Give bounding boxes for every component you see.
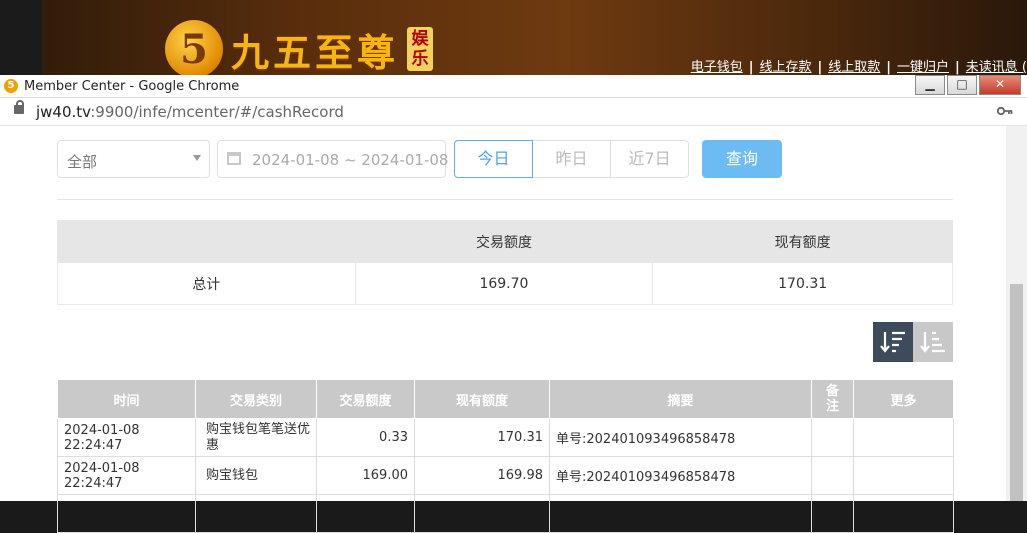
records-table: 时间 交易类别 交易额度 现有额度 摘要 备注 更多 2024-01-08 22… bbox=[57, 380, 954, 533]
chrome-popup-window: 5 Member Center - Google Chrome ▁ □ ✕ jw… bbox=[0, 75, 1027, 533]
window-title: Member Center - Google Chrome bbox=[24, 79, 240, 94]
cell-note bbox=[811, 456, 854, 495]
summary-header-empty bbox=[57, 220, 356, 263]
url-path: :9900/infe/mcenter/#/cashRecord bbox=[90, 103, 344, 121]
col-balance: 现有额度 bbox=[414, 380, 550, 419]
sort-descending-button[interactable] bbox=[873, 322, 913, 362]
summary-header-transaction: 交易额度 bbox=[354, 220, 654, 263]
sort-descending-icon bbox=[880, 331, 905, 353]
cell-amount: 0.33 bbox=[316, 418, 415, 457]
site-banner: 5 九五至尊 娱乐 电子钱包 | 线上存款 | 线上取款 | 一键归户 | 未读讯息 ( bbox=[0, 0, 1027, 80]
sort-ascending-icon bbox=[920, 331, 945, 353]
lock-icon bbox=[14, 100, 24, 114]
cell-more bbox=[853, 494, 954, 533]
logo-emblem: 5 bbox=[165, 20, 223, 78]
url-text[interactable]: jw40.tv:9900/infe/mcenter/#/cashRecord bbox=[36, 103, 344, 121]
summary-table: 交易额度 现有额度 总计 169.70 170.31 bbox=[57, 220, 953, 305]
chevron-down-icon bbox=[193, 155, 201, 161]
table-row: 2024-01-08 22:24:47 购宝钱包笔笔送优惠 0.33 170.3… bbox=[57, 418, 954, 457]
scrollbar-thumb[interactable] bbox=[1010, 284, 1023, 501]
col-more: 更多 bbox=[853, 380, 954, 419]
records-header-row: 时间 交易类别 交易额度 现有额度 摘要 备注 更多 bbox=[57, 380, 954, 419]
favicon-icon: 5 bbox=[4, 79, 18, 93]
minimize-button[interactable]: ▁ bbox=[915, 75, 945, 95]
summary-header-row: 交易额度 现有额度 bbox=[57, 220, 953, 263]
cell-balance bbox=[414, 494, 550, 533]
nav-withdraw[interactable]: 线上取款 bbox=[828, 60, 880, 75]
cell-time bbox=[57, 494, 196, 533]
type-select[interactable]: 全部 bbox=[57, 140, 210, 178]
cell-balance: 169.98 bbox=[414, 456, 550, 495]
cell-type bbox=[195, 494, 317, 533]
date-shortcut-group: 今日 昨日 近7日 bbox=[454, 140, 689, 178]
cell-summary: 单号:202401093496858478 bbox=[549, 456, 812, 495]
calendar-icon bbox=[227, 152, 241, 165]
cell-amount bbox=[316, 494, 415, 533]
logo-subtext: 娱乐 bbox=[407, 27, 434, 71]
table-row bbox=[57, 494, 954, 533]
cell-amount: 169.00 bbox=[316, 456, 415, 495]
col-type: 交易类别 bbox=[195, 380, 317, 419]
window-controls: ▁ □ ✕ bbox=[913, 75, 1021, 95]
key-icon[interactable] bbox=[996, 105, 1013, 120]
site-logo[interactable]: 5 九五至尊 娱乐 bbox=[165, 20, 434, 78]
date-range-picker[interactable]: 2024-01-08 ~ 2024-01-08 bbox=[217, 140, 449, 178]
summary-total-row: 总计 169.70 170.31 bbox=[57, 262, 953, 305]
summary-total-balance: 170.31 bbox=[652, 262, 953, 305]
divider bbox=[57, 199, 953, 200]
cell-time: 2024-01-08 22:24:47 bbox=[57, 456, 196, 495]
cash-record-page: 全部 2024-01-08 ~ 2024-01-08 今日 昨日 近7日 查询 … bbox=[0, 126, 1027, 533]
close-button[interactable]: ✕ bbox=[979, 75, 1021, 95]
today-button[interactable]: 今日 bbox=[454, 140, 533, 178]
nav-wallet[interactable]: 电子钱包 bbox=[691, 60, 743, 75]
cell-summary bbox=[549, 494, 812, 533]
query-button[interactable]: 查询 bbox=[702, 140, 782, 178]
last-7-days-button[interactable]: 近7日 bbox=[610, 140, 689, 178]
vertical-scrollbar[interactable] bbox=[1006, 126, 1027, 501]
banner-left-panel bbox=[0, 0, 42, 80]
nav-consolidate[interactable]: 一键归户 bbox=[897, 60, 949, 75]
cell-note bbox=[811, 418, 854, 457]
summary-header-balance: 现有额度 bbox=[652, 220, 953, 263]
summary-total-label: 总计 bbox=[57, 262, 356, 305]
window-titlebar[interactable]: 5 Member Center - Google Chrome ▁ □ ✕ bbox=[0, 75, 1027, 98]
logo-text: 九五至尊 bbox=[231, 29, 400, 75]
date-range-value: 2024-01-08 ~ 2024-01-08 bbox=[252, 151, 449, 169]
cell-more[interactable] bbox=[853, 418, 954, 457]
cell-summary: 单号:202401093496858478 bbox=[549, 418, 812, 457]
nav-deposit[interactable]: 线上存款 bbox=[759, 60, 811, 75]
url-host: jw40.tv bbox=[36, 103, 91, 121]
address-bar[interactable]: jw40.tv:9900/infe/mcenter/#/cashRecord bbox=[0, 98, 1027, 126]
col-amount: 交易额度 bbox=[316, 380, 415, 419]
summary-total-transaction: 169.70 bbox=[354, 262, 654, 305]
yesterday-button[interactable]: 昨日 bbox=[532, 140, 611, 178]
table-row: 2024-01-08 22:24:47 购宝钱包 169.00 169.98 单… bbox=[57, 456, 954, 495]
col-summary: 摘要 bbox=[549, 380, 812, 419]
cell-balance: 170.31 bbox=[414, 418, 550, 457]
sort-ascending-button[interactable] bbox=[913, 322, 953, 362]
maximize-button[interactable]: □ bbox=[947, 75, 977, 95]
cell-note bbox=[811, 494, 854, 533]
nav-messages[interactable]: 未读讯息 ( bbox=[966, 60, 1027, 75]
col-time: 时间 bbox=[57, 380, 196, 419]
top-nav: 电子钱包 | 线上存款 | 线上取款 | 一键归户 | 未读讯息 ( bbox=[690, 60, 1027, 75]
col-note: 备注 bbox=[811, 380, 854, 419]
cell-time: 2024-01-08 22:24:47 bbox=[57, 418, 196, 457]
cell-type: 购宝钱包笔笔送优惠 bbox=[195, 418, 317, 457]
cell-more[interactable] bbox=[853, 456, 954, 495]
type-select-value: 全部 bbox=[67, 153, 98, 171]
cell-type: 购宝钱包 bbox=[195, 456, 317, 495]
